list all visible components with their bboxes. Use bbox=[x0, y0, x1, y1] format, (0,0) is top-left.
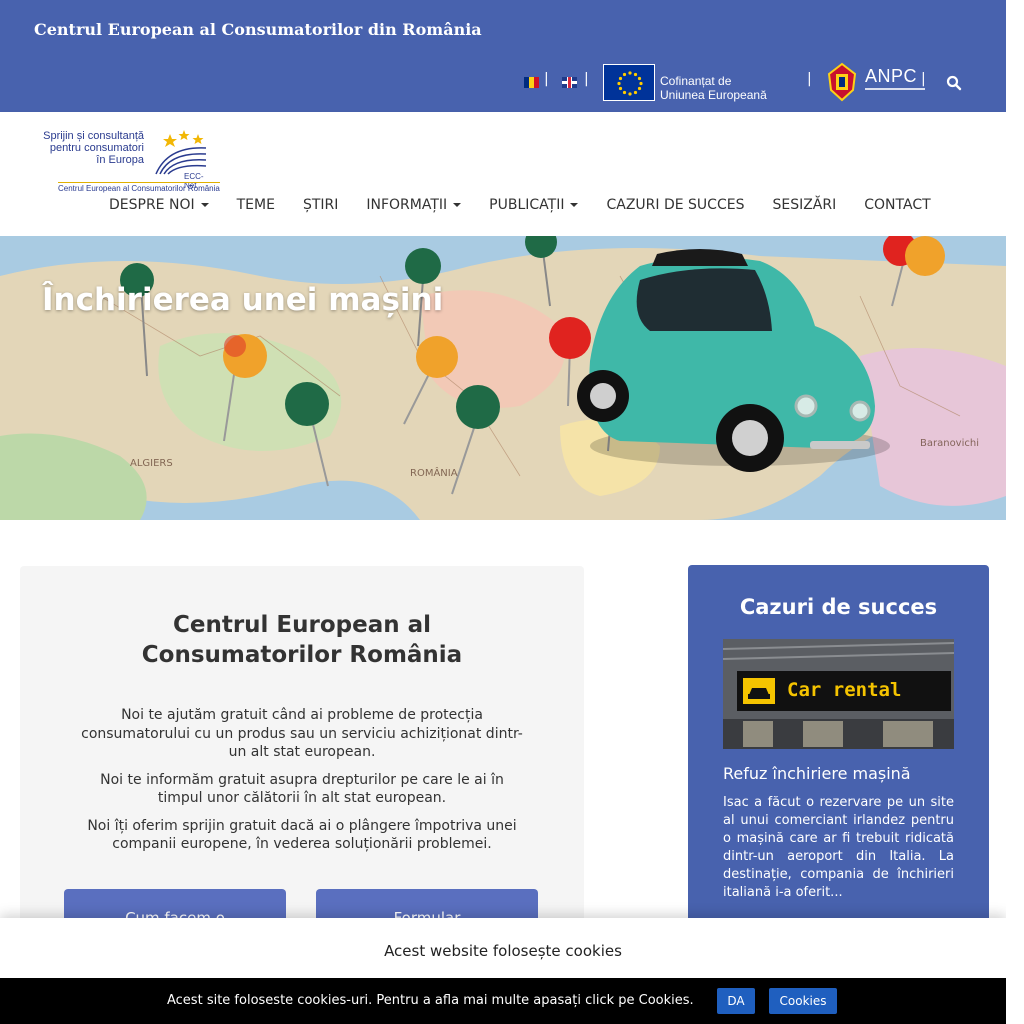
main-menu: DESPRE NOI TEME ȘTIRI INFORMAȚII PUBLICA… bbox=[96, 196, 931, 214]
anpc-underline bbox=[865, 88, 925, 94]
nav-item-label: DESPRE NOI bbox=[109, 197, 195, 213]
info-card: Centrul European al Consumatorilor Român… bbox=[20, 566, 584, 929]
cookie-bar: Acest site foloseste cookies-uri. Pentru… bbox=[0, 978, 1006, 1024]
info-title: Centrul European al Consumatorilor Român… bbox=[20, 610, 584, 670]
eu-flag-icon bbox=[603, 64, 655, 101]
cookie-bar-text: Acest site foloseste cookies-uri. Pentru… bbox=[167, 993, 694, 1008]
separator: | bbox=[807, 71, 812, 87]
nav-item-label: INFORMAȚII bbox=[366, 197, 448, 213]
nav-item-publicatii[interactable]: PUBLICAȚII bbox=[489, 196, 579, 214]
logo-caption: Centrul European al Consumatorilor Român… bbox=[58, 182, 220, 193]
separator: | bbox=[584, 71, 589, 87]
page: Centrul European al Consumatorilor din R… bbox=[0, 0, 1024, 1024]
cookie-consent-panel: Acest website folosește cookies bbox=[0, 918, 1006, 978]
nav-item-label: CAZURI DE SUCCES bbox=[606, 197, 745, 213]
anpc-logo[interactable]: ANPC bbox=[825, 60, 925, 106]
info-paragraph: Noi te informăm gratuit asupra drepturil… bbox=[100, 771, 504, 807]
info-paragraphs: Noi te ajutăm gratuit când ai probleme d… bbox=[76, 706, 528, 863]
caret-down-icon bbox=[570, 203, 579, 207]
nav-item-label: SESIZĂRI bbox=[772, 197, 837, 213]
hero-title: Închirierea unei mașini bbox=[42, 282, 444, 318]
site-logo[interactable]: Sprijin și consultanță pentru consumator… bbox=[34, 120, 220, 193]
romanian-flag-icon[interactable] bbox=[524, 77, 539, 88]
info-title-line2: Consumatorilor România bbox=[141, 642, 463, 668]
logo-text: Sprijin și consultanță pentru consumator… bbox=[34, 130, 144, 166]
success-stories-card: Cazuri de succes Car rental Refuz închir… bbox=[688, 565, 989, 925]
search-icon[interactable] bbox=[946, 75, 962, 91]
success-case-excerpt: Isac a făcut o rezervare pe un site al u… bbox=[723, 795, 954, 900]
nav-item-stiri[interactable]: ȘTIRI bbox=[303, 196, 338, 214]
caret-down-icon bbox=[453, 203, 462, 207]
car-rental-image[interactable]: Car rental bbox=[723, 639, 954, 749]
nav-item-teme[interactable]: TEME bbox=[237, 196, 275, 214]
anpc-label: ANPC bbox=[865, 66, 918, 86]
nav-item-contact[interactable]: CONTACT bbox=[864, 196, 930, 214]
anpc-crest-icon bbox=[827, 62, 857, 102]
car-rental-sign-text: Car rental bbox=[787, 679, 902, 701]
success-case-title[interactable]: Refuz închiriere mașină bbox=[723, 764, 911, 783]
nav-item-label: CONTACT bbox=[864, 197, 931, 213]
logo-line2: pentru consumatori bbox=[49, 142, 144, 154]
info-paragraph: Noi te ajutăm gratuit când ai probleme d… bbox=[81, 707, 523, 760]
main-header: Sprijin și consultanță pentru consumator… bbox=[0, 112, 1006, 236]
cookie-panel-text: Acest website folosește cookies bbox=[384, 942, 622, 960]
nav-item-despre-noi[interactable]: DESPRE NOI bbox=[109, 196, 209, 214]
english-flag-icon[interactable] bbox=[562, 77, 577, 88]
logo-line3: în Europa bbox=[96, 154, 144, 166]
nav-item-label: PUBLICAȚII bbox=[489, 197, 565, 213]
caret-down-icon bbox=[200, 203, 209, 207]
nav-item-cazuri-de-succes[interactable]: CAZURI DE SUCCES bbox=[606, 196, 744, 214]
separator: | bbox=[921, 71, 926, 87]
cookie-accept-button[interactable]: DA bbox=[717, 988, 755, 1014]
nav-item-informatii[interactable]: INFORMAȚII bbox=[366, 196, 462, 214]
page-margin bbox=[1006, 0, 1024, 1024]
info-paragraph: Noi îți oferim sprijin gratuit dacă ai o… bbox=[87, 817, 517, 853]
svg-text:ROMÂNIA: ROMÂNIA bbox=[410, 466, 458, 479]
info-title-line1: Centrul European al bbox=[172, 612, 432, 638]
nav-item-sesizari[interactable]: SESIZĂRI bbox=[772, 196, 836, 214]
cookie-info-button[interactable]: Cookies bbox=[769, 988, 837, 1014]
utility-bar: | | Cofinanțat de Uniunea Europeană | AN… bbox=[520, 62, 990, 102]
hero-map-image: ALGIERS ROMÂNIA Baranovichi bbox=[0, 236, 1006, 520]
site-title[interactable]: Centrul European al Consumatorilor din R… bbox=[34, 20, 482, 39]
nav-item-label: ȘTIRI bbox=[302, 197, 339, 213]
eu-cofinancing-badge[interactable]: Cofinanțat de Uniunea Europeană bbox=[603, 64, 783, 102]
eu-cofinancing-text: Cofinanțat de Uniunea Europeană bbox=[660, 74, 767, 102]
separator: | bbox=[544, 71, 549, 87]
eu-line1: Cofinanțat de bbox=[660, 74, 732, 88]
eu-line2: Uniunea Europeană bbox=[660, 88, 767, 102]
svg-text:ALGIERS: ALGIERS bbox=[130, 458, 173, 469]
hero-banner: ALGIERS ROMÂNIA Baranovichi Închirierea … bbox=[0, 236, 1006, 520]
nav-item-label: TEME bbox=[236, 197, 275, 213]
success-title[interactable]: Cazuri de succes bbox=[688, 595, 989, 619]
top-bar: Centrul European al Consumatorilor din R… bbox=[0, 0, 1006, 112]
svg-text:Baranovichi: Baranovichi bbox=[920, 438, 979, 449]
logo-line1: Sprijin și consultanță bbox=[43, 130, 144, 142]
